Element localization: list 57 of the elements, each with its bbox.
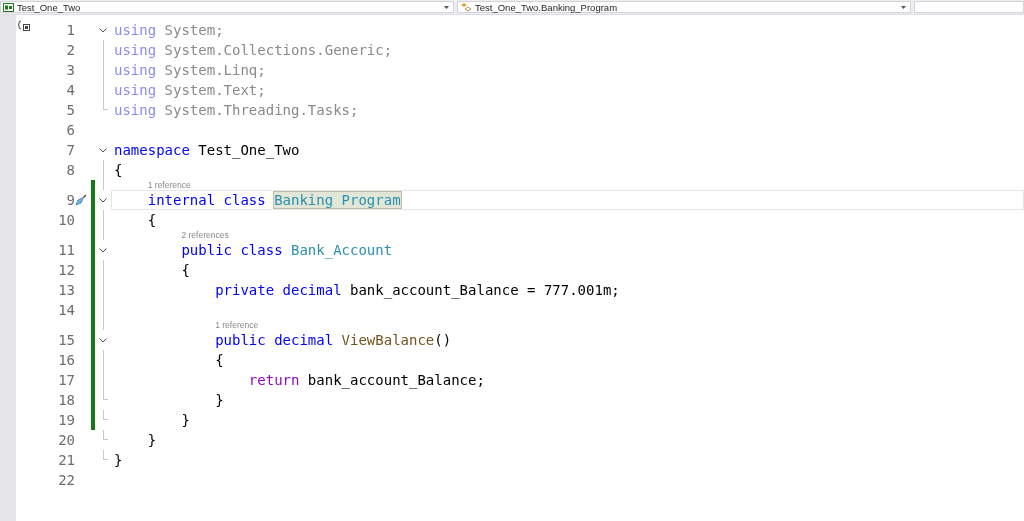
code-line: } xyxy=(180,412,190,428)
type-dropdown[interactable]: Test_One_Two.Banking_Program xyxy=(457,1,911,13)
collapse-icon[interactable] xyxy=(99,337,107,343)
code-line: using System.Text; xyxy=(114,82,266,98)
line-number: 22 xyxy=(57,472,75,488)
line-number: 20 xyxy=(57,432,75,448)
line-number: 8 xyxy=(65,162,75,178)
codelens-link[interactable]: 1 reference xyxy=(215,320,259,330)
code-line: { xyxy=(114,162,123,178)
code-line: using System.Threading.Tasks; xyxy=(114,102,359,118)
caret-icon xyxy=(444,5,449,9)
line-number: 21 xyxy=(57,452,75,468)
class-icon xyxy=(460,2,472,12)
line-number: 17 xyxy=(57,372,75,388)
code-line: } xyxy=(146,432,157,448)
code-line: { xyxy=(146,212,157,228)
code-line: private decimal bank_account_Balance = 777.001m; xyxy=(214,282,620,298)
line-number: 3 xyxy=(65,62,75,78)
code-line: } xyxy=(214,392,224,408)
line-number: 16 xyxy=(57,352,75,368)
line-number: 14 xyxy=(57,302,75,318)
code-line: using System.Linq; xyxy=(114,62,266,78)
project-dropdown[interactable]: Test_One_Two xyxy=(0,1,454,13)
codelens-link[interactable]: 1 reference xyxy=(147,180,191,190)
csharp-project-icon xyxy=(3,2,14,12)
code-line: { xyxy=(214,352,224,368)
line-number: 6 xyxy=(65,122,75,138)
code-line: public class Bank_Account xyxy=(180,242,393,258)
line-number: 12 xyxy=(57,262,75,278)
code-line: return bank_account_Balance; xyxy=(247,372,485,388)
line-number: 15 xyxy=(57,332,75,348)
line-number: 9 xyxy=(65,192,75,208)
line-number: 18 xyxy=(57,392,75,408)
line-number: 5 xyxy=(65,102,75,118)
code-line: using System.Collections.Generic; xyxy=(114,42,393,58)
codelens-link[interactable]: 2 references xyxy=(181,230,229,240)
screwdriver-icon[interactable] xyxy=(75,194,87,206)
collapse-icon[interactable] xyxy=(99,27,107,33)
line-number: 4 xyxy=(65,82,75,98)
code-line: namespace Test_One_Two xyxy=(114,142,300,158)
code-line: public decimal ViewBalance() xyxy=(214,332,452,348)
code-line: internal class Banking_Program xyxy=(146,192,401,208)
scope-icon xyxy=(18,20,31,32)
code-line: } xyxy=(114,452,123,468)
line-number: 11 xyxy=(57,242,75,258)
code-line: { xyxy=(180,262,190,278)
line-number: 2 xyxy=(65,42,75,58)
line-number: 10 xyxy=(57,212,75,228)
line-number: 19 xyxy=(57,412,75,428)
line-number: 1 xyxy=(65,22,75,38)
collapse-icon[interactable] xyxy=(99,147,107,153)
collapse-icon[interactable] xyxy=(99,197,107,203)
caret-icon xyxy=(901,5,906,9)
code-line: using System; xyxy=(114,22,224,38)
line-number: 7 xyxy=(65,142,75,158)
collapse-icon[interactable] xyxy=(99,247,107,253)
line-number: 13 xyxy=(57,282,75,298)
